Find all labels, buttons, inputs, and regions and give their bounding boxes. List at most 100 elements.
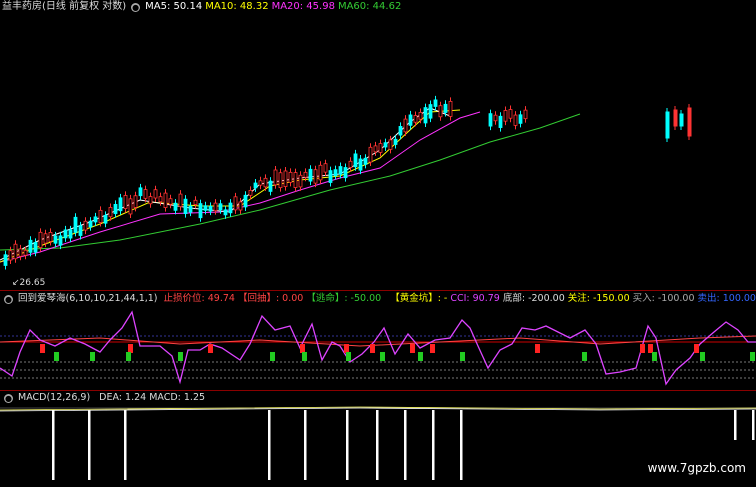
ma20-label: MA20: 45.98: [271, 1, 335, 12]
macd-panel[interactable]: ● MACD(12,26,9) DEA: 1.24 MACD: 1.25 www…: [0, 390, 756, 487]
candle-body: [283, 170, 288, 187]
stock-title: 益丰药房(日线 前复权 对数): [2, 1, 127, 12]
candle-body: [318, 164, 323, 181]
candle-body: [423, 107, 428, 124]
candle-body: [153, 189, 158, 199]
stop-loss-label: 止损价位: 49.74: [163, 293, 235, 304]
signal-green-bar: [90, 352, 95, 361]
signal-green-bar: [582, 352, 587, 361]
candle-body: [493, 114, 498, 122]
candle-body: [413, 115, 418, 123]
signal-green-bar: [460, 352, 465, 361]
candle-body: [208, 205, 213, 212]
indicator-chart[interactable]: [0, 290, 756, 390]
signal-red-bar: [370, 344, 375, 353]
candle-body: [128, 198, 133, 215]
candle-body: [108, 207, 113, 218]
macd-settings-icon[interactable]: ●: [4, 393, 13, 403]
signal-green-bar: [270, 352, 275, 361]
candle-body: [338, 166, 343, 175]
candle-body: [333, 169, 338, 177]
candle-body: [203, 205, 208, 211]
price-chart-panel[interactable]: 益丰药房(日线 前复权 对数) ● MA5: 50.14 MA10: 48.32…: [0, 0, 756, 290]
cci-label: CCI: 90.79: [450, 293, 500, 304]
candle-body: [43, 233, 48, 244]
settings-dot-icon[interactable]: ●: [131, 2, 141, 12]
price-chart[interactable]: [0, 0, 756, 290]
candle-body: [268, 180, 273, 192]
indicator-panel[interactable]: ● 回到爱琴海(6,10,10,21,44,1,1) 止损价位: 49.74 【…: [0, 290, 756, 390]
indicator-settings-icon[interactable]: ●: [4, 294, 13, 304]
candle-body: [123, 195, 128, 210]
candle-body: [308, 168, 313, 182]
candle-body: [223, 209, 228, 216]
bottom-label: 底部: -200.00: [502, 293, 565, 304]
candle-body: [18, 248, 23, 257]
signal-red-bar: [430, 344, 435, 353]
candle-body: [173, 202, 178, 211]
candle-body: [398, 126, 403, 136]
candle-body: [233, 196, 238, 211]
candle-body: [518, 114, 523, 124]
signal-red-bar: [410, 344, 415, 353]
candle-body: [383, 142, 388, 148]
candle-body: [258, 180, 263, 186]
macd-histogram-bar: [404, 410, 407, 480]
attention-label: 关注: -150.00: [567, 293, 630, 304]
candle-body: [48, 232, 53, 242]
candle-body: [358, 158, 363, 171]
candle-body: [248, 189, 253, 196]
candle-body: [288, 171, 293, 183]
candle-body: [3, 254, 8, 266]
pullback-label: 【回抽】: 0.00: [237, 293, 304, 304]
signal-green-bar: [418, 352, 423, 361]
signal-red-bar: [128, 344, 133, 353]
candle-body: [438, 105, 443, 118]
low-price-value: 26.65: [19, 278, 46, 288]
candle-body: [298, 174, 303, 188]
ma5-label: MA5: 50.14: [145, 1, 203, 12]
ma10-label: MA10: 48.32: [205, 1, 269, 12]
signal-red-bar: [648, 344, 653, 353]
candle-body: [513, 114, 518, 126]
candle-body: [198, 203, 203, 219]
candle-body: [143, 189, 148, 199]
candle-body: [418, 112, 423, 120]
candle-body: [443, 103, 448, 113]
signal-green-bar: [652, 352, 657, 361]
candle-body: [378, 143, 383, 153]
candle-body: [188, 205, 193, 213]
sell-label: 卖出: 100.00: [697, 293, 756, 304]
candle-body: [368, 146, 373, 163]
candle-body: [133, 195, 138, 208]
ma60-label: MA60: 44.62: [337, 1, 402, 12]
candle-body: [13, 243, 18, 260]
candle-body: [218, 203, 223, 211]
candle-body: [253, 182, 258, 189]
candle-body: [313, 169, 318, 184]
candle-body: [83, 220, 88, 231]
candle-body: [503, 110, 508, 122]
candle-body: [408, 114, 413, 126]
candle-body: [23, 249, 28, 256]
candle-body: [238, 201, 243, 211]
candle-body: [363, 157, 368, 165]
candle-body: [673, 109, 678, 127]
candle-body: [163, 192, 168, 208]
signal-green-bar: [302, 352, 307, 361]
candle-body: [53, 235, 58, 244]
candle-body: [687, 107, 692, 137]
low-price-label: ↙26.65: [12, 278, 45, 288]
candle-body: [428, 104, 433, 119]
macd-histogram-bar: [124, 410, 127, 480]
candle-body: [158, 196, 163, 203]
candle-body: [38, 231, 43, 248]
candle-body: [273, 169, 278, 186]
signal-red-bar: [640, 344, 645, 353]
signal-green-bar: [346, 352, 351, 361]
candle-body: [488, 113, 493, 127]
signal-red-bar: [344, 344, 349, 353]
macd-chart[interactable]: [0, 390, 756, 487]
macd-histogram-bar: [460, 410, 463, 480]
candle-body: [148, 196, 153, 205]
